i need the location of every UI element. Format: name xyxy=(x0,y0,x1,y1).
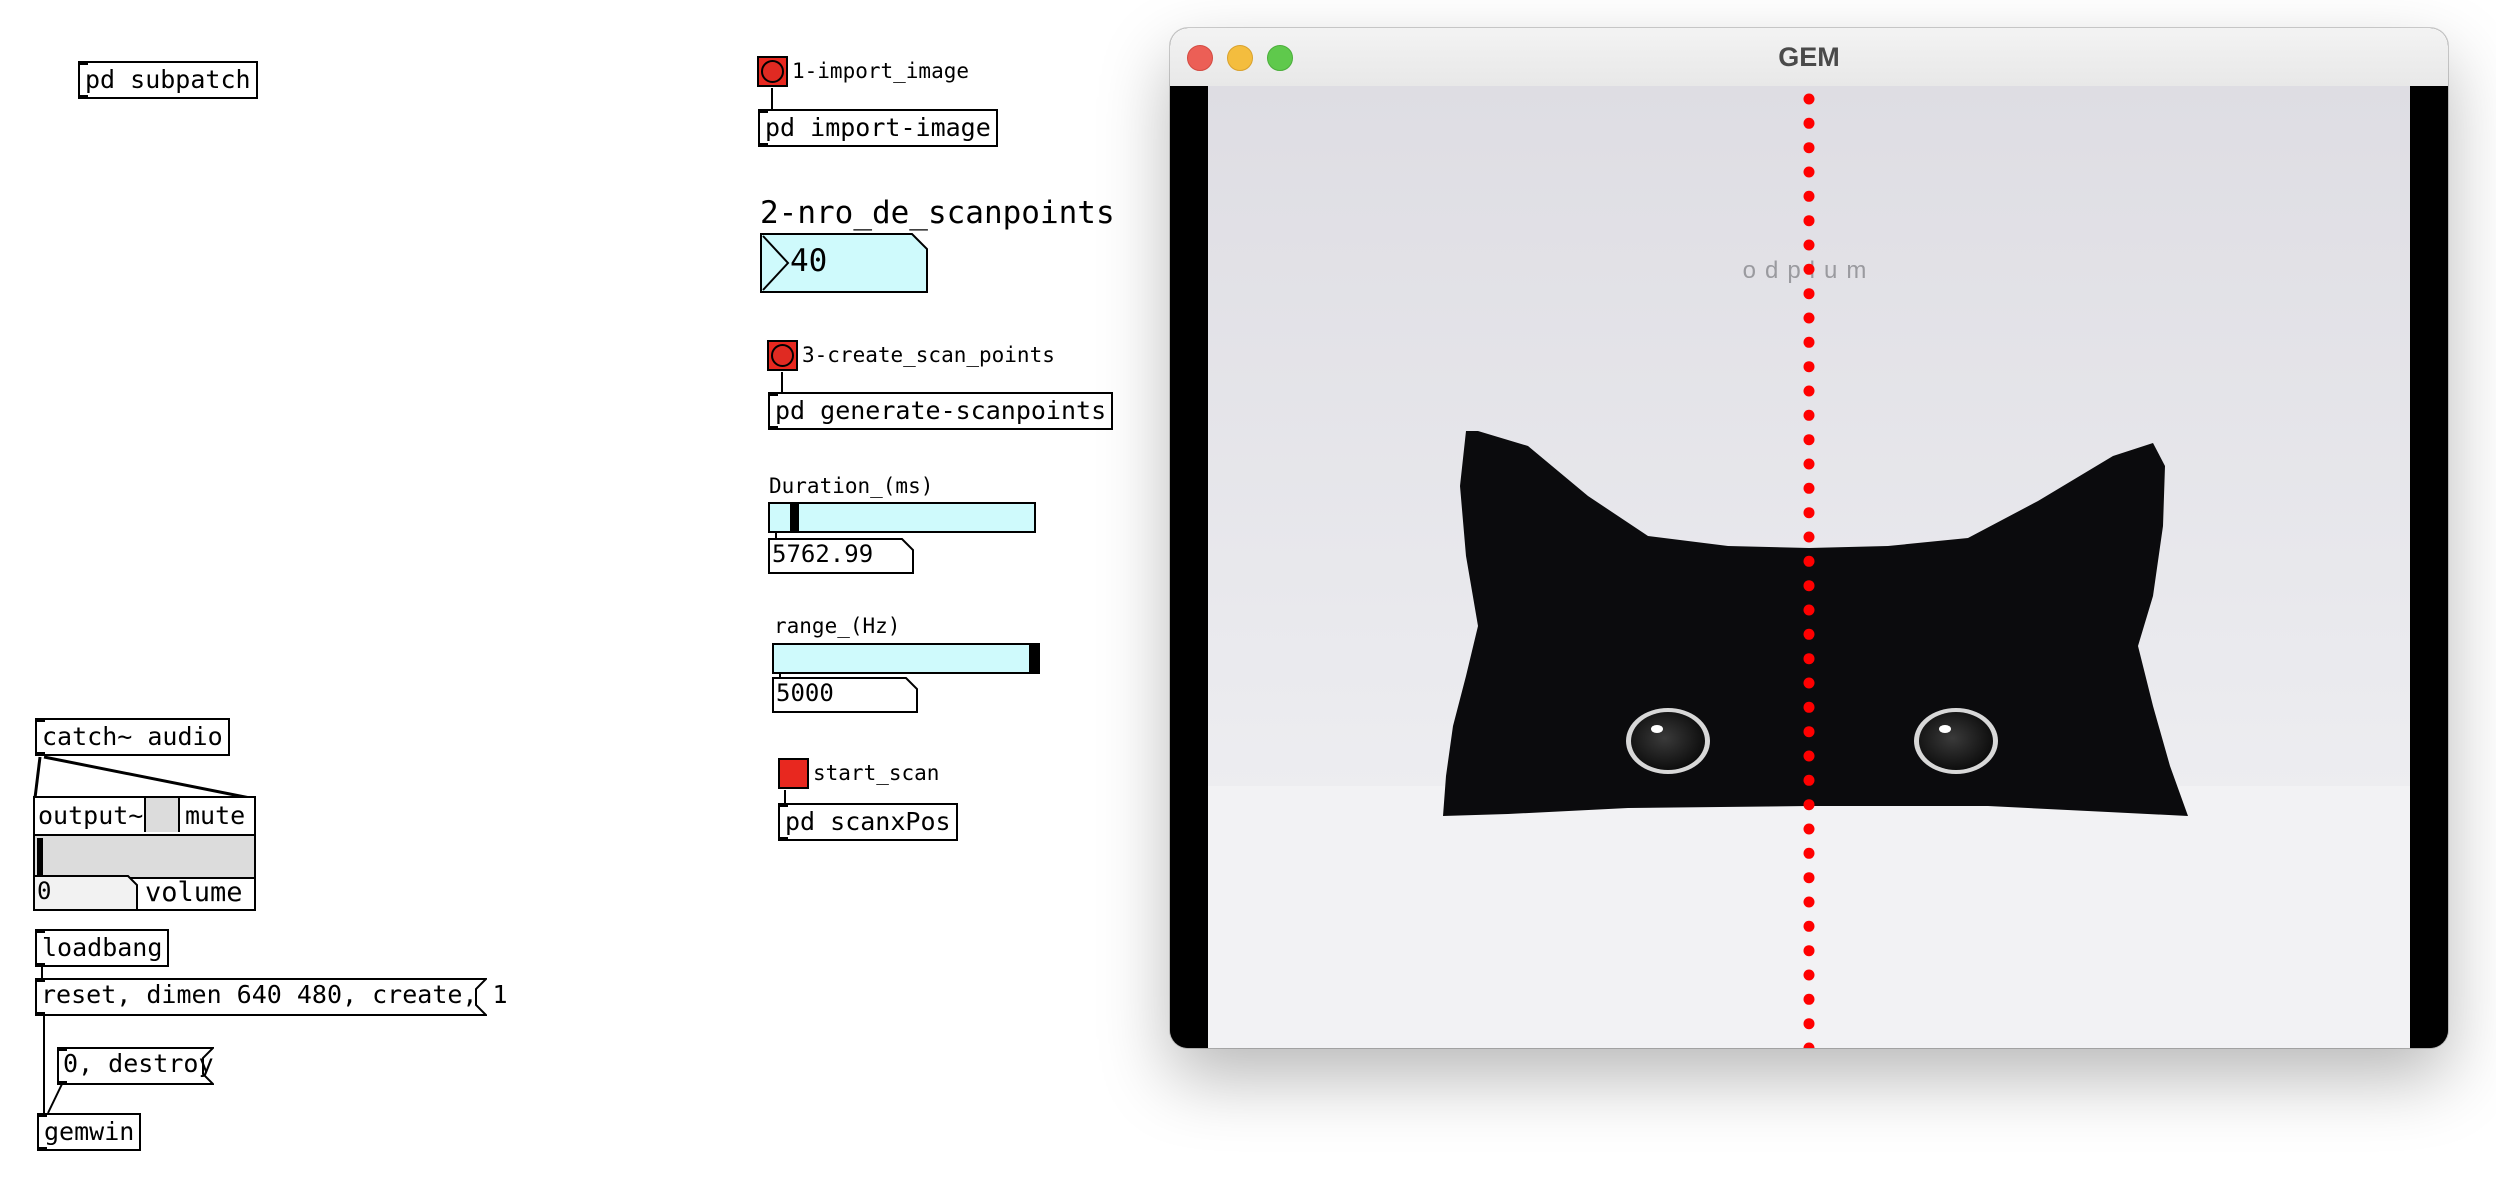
dsp-toggle[interactable] xyxy=(144,798,180,832)
scan-point xyxy=(1803,263,1815,275)
range-number-box[interactable]: 5000 xyxy=(772,677,918,713)
import-image-bang[interactable] xyxy=(757,56,788,87)
gem-rendered-image: odplum xyxy=(1208,86,2410,1048)
scan-point xyxy=(1803,215,1815,227)
gem-window-title: GEM xyxy=(1778,42,1840,72)
scan-point xyxy=(1803,726,1815,738)
pd-subpatch-object[interactable]: pd subpatch xyxy=(78,61,258,99)
range-label: range_(Hz) xyxy=(774,614,901,638)
pd-patch-canvas[interactable]: pd subpatch catch~ audio output~ mute 0 … xyxy=(0,0,1170,1178)
destroy-message[interactable]: 0, destroy xyxy=(57,1047,214,1085)
pd-scanxpos-object[interactable]: pd scanxPos xyxy=(778,803,958,841)
scan-point xyxy=(1803,507,1815,519)
duration-label: Duration_(ms) xyxy=(769,474,934,498)
gem-window[interactable]: GEM odplum xyxy=(1170,28,2448,1048)
scan-point xyxy=(1803,604,1815,616)
scan-point xyxy=(1803,774,1815,786)
scan-point xyxy=(1803,823,1815,835)
scanpoints-number-box[interactable]: 40 xyxy=(760,233,928,293)
pd-generate-scanpoints-object[interactable]: pd generate-scanpoints xyxy=(768,392,1114,430)
scan-point xyxy=(1803,677,1815,689)
scan-point xyxy=(1803,920,1815,932)
mute-button[interactable]: mute xyxy=(185,799,245,833)
scan-point xyxy=(1803,239,1815,251)
duration-value: 5762.99 xyxy=(772,540,874,568)
cat-eye-right xyxy=(1914,708,1998,774)
duration-slider[interactable] xyxy=(768,502,1036,533)
scan-point xyxy=(1803,312,1815,324)
catch-audio-object[interactable]: catch~ audio xyxy=(35,718,230,756)
scan-point xyxy=(1803,580,1815,592)
import-image-label: 1-import_image xyxy=(792,59,970,83)
scan-point xyxy=(1803,847,1815,859)
scan-point xyxy=(1803,361,1815,373)
scanpoints-label: 2-nro_de_scanpoints xyxy=(760,195,1115,231)
pd-import-image-object[interactable]: pd import-image xyxy=(758,109,998,147)
scan-point xyxy=(1803,385,1815,397)
gem-render-area: odplum xyxy=(1170,86,2448,1048)
volume-slider-knob xyxy=(37,838,43,875)
destroy-message-text: 0, destroy xyxy=(63,1049,214,1078)
output-label: output~ xyxy=(38,801,144,830)
start-scan-bang[interactable] xyxy=(778,758,809,789)
gemwin-object[interactable]: gemwin xyxy=(37,1113,142,1151)
scan-point xyxy=(1803,872,1815,884)
volume-slider[interactable] xyxy=(35,834,254,879)
scan-point xyxy=(1803,555,1815,567)
volume-label: volume xyxy=(145,877,243,908)
scan-point xyxy=(1803,93,1815,105)
scan-point xyxy=(1803,628,1815,640)
create-scan-points-label: 3-create_scan_points xyxy=(802,343,1055,367)
scan-point xyxy=(1803,750,1815,762)
scan-point xyxy=(1803,336,1815,348)
volume-number-box[interactable]: 0 xyxy=(33,875,138,911)
scan-point xyxy=(1803,482,1815,494)
scan-point xyxy=(1803,531,1815,543)
range-slider-knob[interactable] xyxy=(1029,645,1038,672)
duration-number-box[interactable]: 5762.99 xyxy=(768,538,914,574)
scan-point xyxy=(1803,166,1815,178)
scanpoints-outline xyxy=(760,233,928,293)
scan-point xyxy=(1803,142,1815,154)
range-slider[interactable] xyxy=(772,643,1040,674)
scan-point xyxy=(1803,1018,1815,1030)
scan-point xyxy=(1803,896,1815,908)
duration-slider-knob[interactable] xyxy=(790,504,799,531)
scan-point xyxy=(1803,117,1815,129)
scan-point xyxy=(1803,969,1815,981)
scan-point xyxy=(1803,993,1815,1005)
gem-titlebar[interactable]: GEM xyxy=(1170,28,2448,87)
scan-point xyxy=(1803,701,1815,713)
range-value: 5000 xyxy=(776,679,834,707)
reset-message-text: reset, dimen 640 480, create, 1 xyxy=(41,980,508,1009)
scan-point xyxy=(1803,799,1815,811)
scan-point xyxy=(1803,945,1815,957)
reset-create-message[interactable]: reset, dimen 640 480, create, 1 xyxy=(35,978,508,1016)
scan-point xyxy=(1803,190,1815,202)
scan-point xyxy=(1803,409,1815,421)
start-scan-label: start_scan xyxy=(813,761,940,785)
volume-value: 0 xyxy=(37,877,52,905)
scan-point xyxy=(1803,434,1815,446)
scan-point xyxy=(1803,288,1815,300)
cat-eye-left xyxy=(1626,708,1710,774)
scan-point xyxy=(1803,458,1815,470)
create-scan-points-bang[interactable] xyxy=(767,340,798,371)
scan-point xyxy=(1803,653,1815,665)
loadbang-object[interactable]: loadbang xyxy=(35,929,170,967)
scanpoints-value: 40 xyxy=(790,243,828,279)
